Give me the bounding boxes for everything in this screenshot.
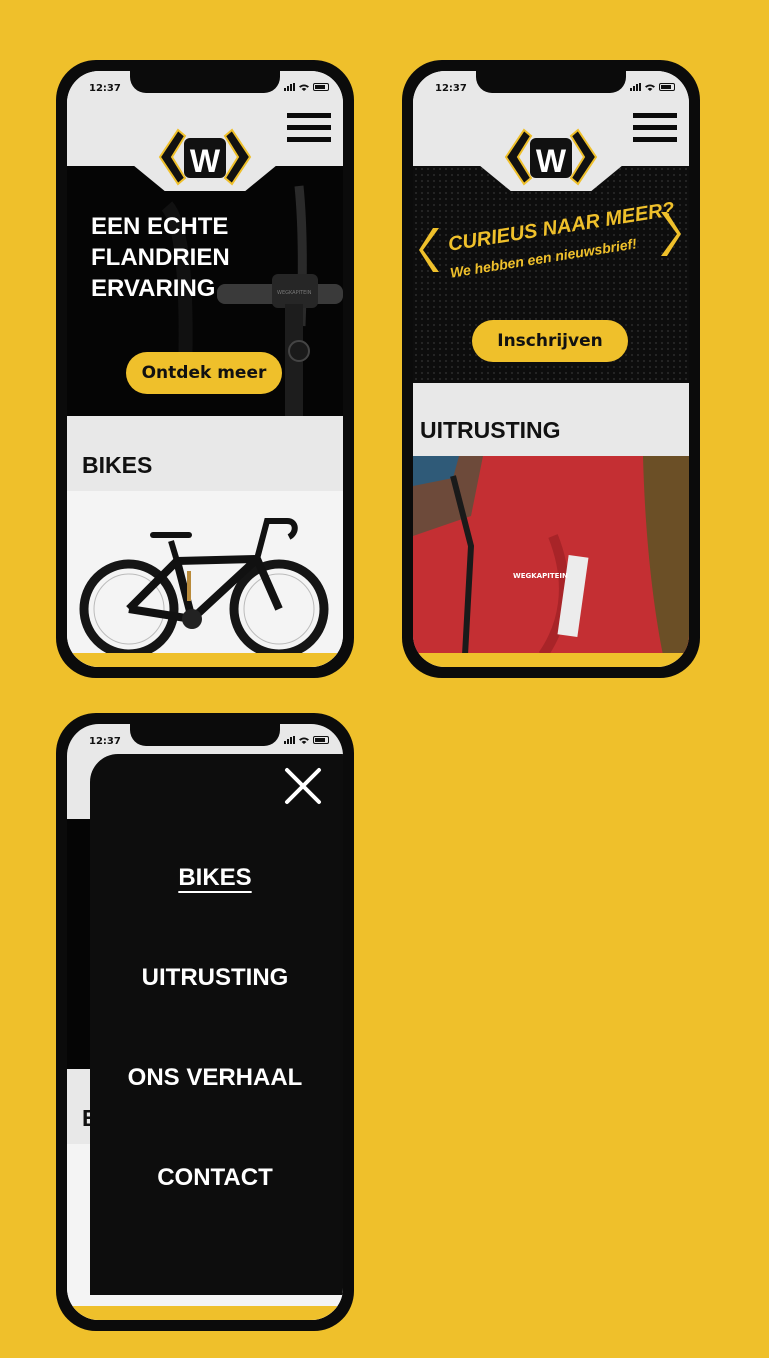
- jersey-brand-text: WEGKAPITEIN: [513, 572, 568, 580]
- cycling-jersey-image[interactable]: WEGKAPITEIN: [413, 456, 689, 655]
- phone-home: 12:37 WEGKAPITEIN EEN ECHTE FLANDRIEN ER…: [56, 60, 354, 678]
- yellow-footer-strip: [67, 1306, 343, 1320]
- phone-newsletter: 12:37 CURIEUS NAAR MEER? We hebben een n…: [402, 60, 700, 678]
- battery-icon: [659, 83, 675, 91]
- signal-icon: [630, 83, 641, 91]
- bike-image-area: [67, 491, 343, 667]
- status-icons: [630, 83, 675, 91]
- hero-title-line: ERVARING: [91, 275, 216, 302]
- phone-notch: [476, 71, 626, 93]
- hero-section: WEGKAPITEIN EEN ECHTE FLANDRIEN ERVARING…: [67, 166, 343, 416]
- hamburger-menu-icon[interactable]: [633, 113, 677, 145]
- hero-title: EEN ECHTE FLANDRIEN ERVARING: [91, 211, 230, 304]
- discover-more-button[interactable]: Ontdek meer: [126, 352, 282, 394]
- hamburger-menu-icon[interactable]: [287, 113, 331, 145]
- status-time: 12:37: [435, 83, 467, 94]
- signal-icon: [284, 83, 295, 91]
- logo-letter: W: [190, 143, 221, 179]
- status-time: 12:37: [89, 736, 121, 747]
- battery-icon: [313, 83, 329, 91]
- phone-menu-open: 12:37 EEN ECHTE FLANDRIEN ERVARING BIKES…: [56, 713, 354, 1331]
- signal-icon: [284, 736, 295, 744]
- section-title: BIKES: [82, 452, 153, 478]
- wifi-icon: [299, 737, 309, 744]
- battery-icon: [313, 736, 329, 744]
- hero-title-line: FLANDRIEN: [91, 244, 230, 271]
- wifi-icon: [299, 84, 309, 91]
- yellow-footer-strip: [413, 653, 689, 667]
- navigation-menu-overlay: [90, 754, 343, 1295]
- screen-home: 12:37 WEGKAPITEIN EEN ECHTE FLANDRIEN ER…: [67, 71, 343, 667]
- status-icons: [284, 83, 329, 91]
- hero-title-line: EEN ECHTE: [91, 213, 229, 240]
- cyclist-photo: WEGKAPITEIN: [413, 456, 689, 655]
- equipment-section-header: UITRUSTING: [413, 383, 689, 456]
- screen-newsletter: 12:37 CURIEUS NAAR MEER? We hebben een n…: [413, 71, 689, 667]
- screen-menu: 12:37 EEN ECHTE FLANDRIEN ERVARING BIKES…: [67, 724, 343, 1320]
- menu-item-contact[interactable]: CONTACT: [67, 1164, 343, 1192]
- chevron-left-icon: [419, 228, 439, 272]
- phone-notch: [130, 724, 280, 746]
- menu-item-bikes[interactable]: BIKES: [67, 864, 343, 892]
- road-bike-image[interactable]: [67, 491, 343, 667]
- wifi-icon: [645, 84, 655, 91]
- brand-logo: W: [504, 128, 598, 186]
- bikes-section-header: BIKES: [67, 416, 343, 491]
- svg-text:WEGKAPITEIN: WEGKAPITEIN: [277, 290, 312, 296]
- newsletter-section: CURIEUS NAAR MEER? We hebben een nieuwsb…: [413, 166, 689, 383]
- subscribe-button[interactable]: Inschrijven: [472, 320, 628, 362]
- status-icons: [284, 736, 329, 744]
- logo-letter: W: [536, 143, 567, 179]
- section-title: UITRUSTING: [420, 417, 561, 443]
- close-icon[interactable]: [283, 766, 323, 806]
- brand-logo: W: [158, 128, 252, 186]
- status-time: 12:37: [89, 83, 121, 94]
- yellow-footer-strip: [67, 653, 343, 667]
- menu-item-ons-verhaal[interactable]: ONS VERHAAL: [67, 1064, 343, 1092]
- menu-item-uitrusting[interactable]: UITRUSTING: [67, 964, 343, 992]
- phone-notch: [130, 71, 280, 93]
